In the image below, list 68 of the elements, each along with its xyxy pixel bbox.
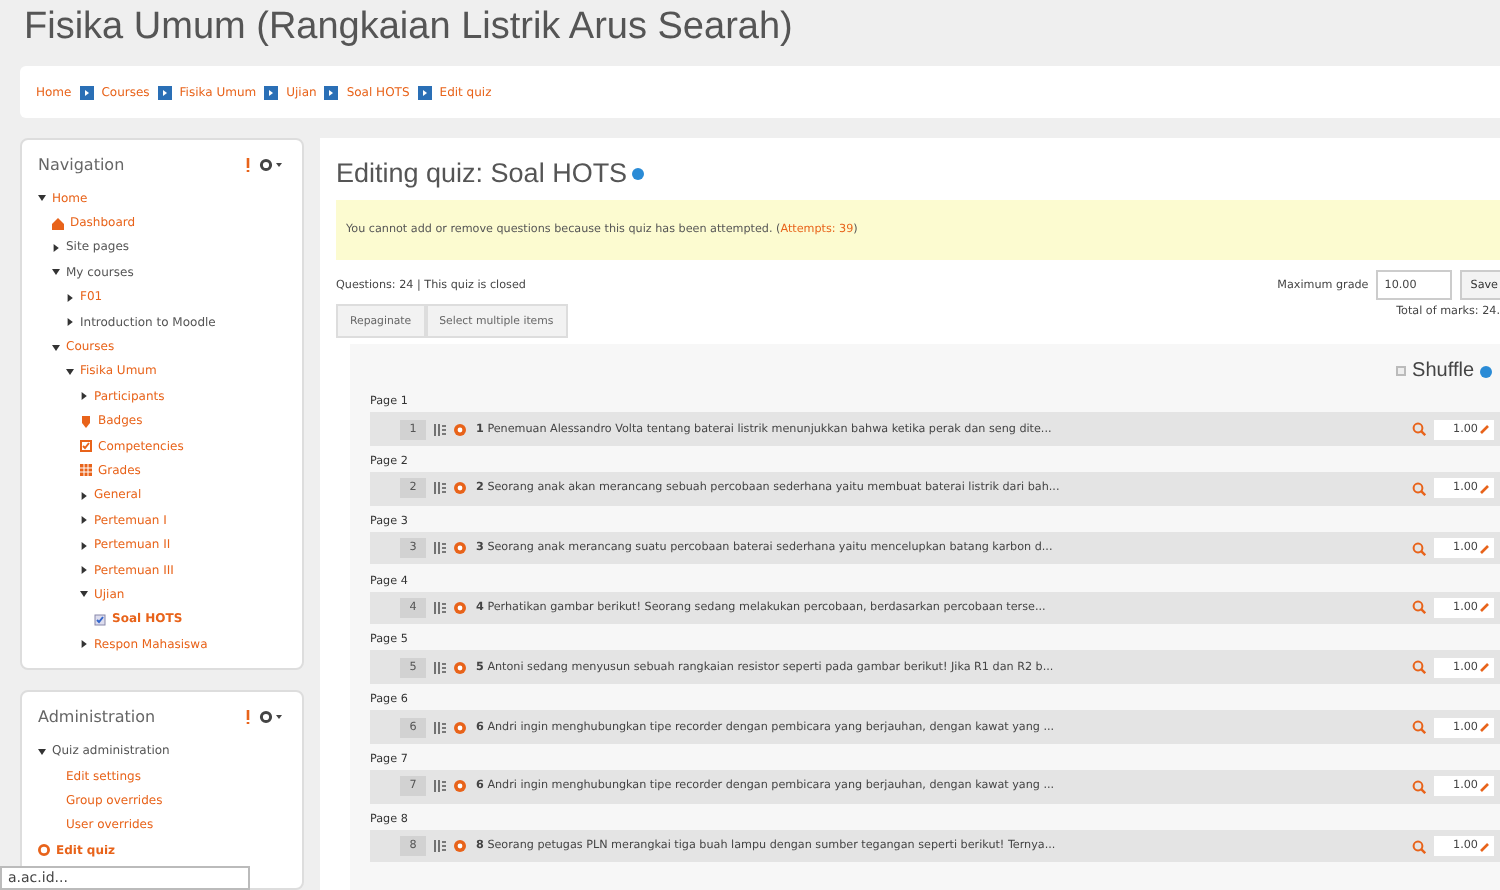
breadcrumb-separator-icon [324,85,339,99]
collapsed-triangle-icon[interactable] [66,291,74,304]
question-type-icon [454,661,466,674]
search-icon[interactable] [1412,600,1426,615]
collapsed-triangle-icon[interactable] [66,316,74,329]
breadcrumb-separator-icon [417,85,432,99]
pencil-icon [1480,841,1490,852]
checkbox-icon [80,440,92,453]
collapsed-triangle-icon[interactable] [80,539,88,552]
question-type-icon [454,601,466,614]
quiz-icon [94,613,106,626]
pencil-icon [1480,602,1490,613]
shuffle-label: Shuffle [1412,360,1474,382]
search-icon[interactable] [1412,481,1426,496]
move-handle-icon[interactable] [434,840,446,853]
help-icon[interactable] [1480,365,1492,377]
move-handle-icon[interactable] [434,780,446,793]
expanded-triangle-icon[interactable] [66,365,74,378]
search-icon[interactable] [1412,422,1426,437]
question-type-icon [454,780,466,793]
block-tools-icon[interactable] [242,708,286,727]
block-title: Administration [38,708,156,727]
question-type-icon [454,482,466,495]
dashboard-icon [52,217,64,230]
move-handle-icon[interactable] [434,423,446,436]
pencil-icon [1480,662,1490,673]
expanded-triangle-icon[interactable] [80,588,88,601]
move-handle-icon[interactable] [434,542,446,555]
move-handle-icon[interactable] [434,661,446,674]
collapsed-triangle-icon[interactable] [80,638,88,651]
help-icon[interactable] [631,167,644,179]
pencil-icon [1480,483,1490,494]
expanded-triangle-icon[interactable] [52,266,60,279]
collapsed-triangle-icon[interactable] [80,390,88,403]
move-handle-icon[interactable] [434,601,446,614]
page-title: Fisika Umum (Rangkaian Listrik Arus Searah) [22,4,795,52]
pencil-icon [1480,781,1490,792]
search-icon[interactable] [1412,779,1426,794]
breadcrumb-separator-icon [157,85,172,99]
page-heading: Editing quiz: Soal HOTS [336,158,628,188]
gear-icon [38,844,50,857]
shuffle-checkbox[interactable] [1396,366,1407,376]
expanded-triangle-icon[interactable] [38,745,46,758]
search-icon[interactable] [1412,839,1426,854]
block-tools-icon[interactable] [242,156,286,174]
search-icon[interactable] [1412,720,1426,735]
breadcrumb-separator-icon [79,85,94,99]
search-icon[interactable] [1412,541,1426,556]
collapsed-triangle-icon[interactable] [80,489,88,502]
expanded-triangle-icon[interactable] [52,341,60,354]
collapsed-triangle-icon[interactable] [80,564,88,577]
pencil-icon [1480,543,1490,554]
pencil-icon [1480,424,1490,435]
question-type-icon [454,542,466,555]
collapsed-triangle-icon[interactable] [80,514,88,527]
search-icon[interactable] [1412,660,1426,675]
collapsed-triangle-icon[interactable] [52,241,60,254]
question-type-icon [454,423,466,436]
breadcrumb-separator-icon [264,85,279,99]
question-type-icon [454,721,466,734]
expanded-triangle-icon[interactable] [38,192,46,205]
move-handle-icon[interactable] [434,721,446,734]
move-handle-icon[interactable] [434,482,446,495]
shield-icon [80,415,92,428]
table-icon [80,464,92,477]
question-type-icon [454,840,466,853]
block-title: Navigation [38,156,125,174]
pencil-icon [1480,722,1490,733]
